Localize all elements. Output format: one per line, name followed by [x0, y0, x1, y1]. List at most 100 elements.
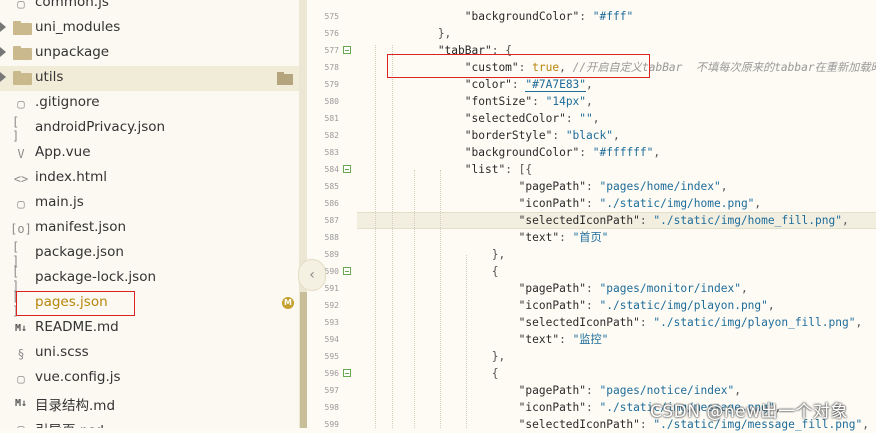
code-token: "14px" — [545, 95, 587, 108]
collapse-sidebar-button[interactable]: ‹ — [298, 259, 326, 291]
file-label: uni.scss — [35, 344, 89, 360]
code-line[interactable]: "selectedIconPath": "./static/img/playon… — [357, 314, 863, 331]
code-line[interactable]: "pagePath": "pages/home/index", — [357, 178, 728, 195]
expand-arrow-icon[interactable] — [0, 47, 6, 57]
code-token: "selectedIconPath" — [357, 214, 640, 227]
code-line[interactable]: "borderStyle": "black", — [357, 127, 620, 144]
code-line[interactable]: "selectedColor": "", — [357, 110, 600, 127]
json-icon: [ ] — [12, 239, 20, 268]
code-line[interactable]: "color": "#7A7E83", — [357, 76, 593, 93]
code-line[interactable]: "list": [{ — [357, 161, 532, 178]
markdown-icon: M↓ — [14, 323, 28, 334]
code-token: "selectedIconPath" — [357, 418, 640, 431]
sidebar-file-item[interactable]: [o] manifest.json — [0, 216, 299, 241]
code-token: "./static/img/playon_fill.png" — [653, 316, 856, 329]
code-line[interactable]: { — [357, 263, 499, 280]
manifest-icon: [o] — [10, 221, 32, 236]
code-token: "./static/img/home.png" — [599, 197, 755, 210]
code-token: "iconPath" — [357, 299, 587, 312]
line-number: 584 — [324, 165, 339, 174]
fold-toggle-icon[interactable] — [343, 46, 351, 54]
folder-open-icon[interactable] — [277, 72, 293, 85]
code-token: "#7A7E83" — [525, 78, 587, 92]
sidebar-folder-item[interactable]: uni_modules — [0, 16, 299, 41]
expand-arrow-icon[interactable] — [0, 22, 6, 32]
code-line[interactable]: "selectedIconPath": "./static/img/home_f… — [357, 212, 849, 229]
code-token: : — [532, 95, 546, 108]
code-line[interactable]: "text": "首页" — [357, 229, 609, 246]
code-line[interactable]: }, — [357, 348, 505, 365]
html-icon: <> — [13, 171, 29, 186]
code-line[interactable]: "pagePath": "pages/monitor/index", — [357, 280, 748, 297]
watermark: CSDN @new出一个对象 — [650, 402, 849, 422]
line-number: 583 — [324, 148, 339, 157]
file-icon: ▢ — [17, 0, 25, 11]
file-icon: ▢ — [17, 96, 25, 111]
markdown-icon: M↓ — [14, 398, 28, 409]
sidebar-file-item[interactable]: M↓ 目录结构.md — [0, 391, 299, 416]
file-label: README.md — [35, 319, 119, 335]
code-line[interactable]: }, — [357, 246, 505, 263]
sidebar-folder-item[interactable]: unpackage — [0, 41, 299, 66]
line-number: 580 — [324, 97, 339, 106]
code-token: }, — [357, 350, 506, 363]
code-line[interactable]: "backgroundColor": "#ffffff", — [357, 144, 660, 161]
code-line[interactable]: "iconPath": "./static/img/home.png", — [357, 195, 762, 212]
code-token: "#fff" — [592, 10, 634, 23]
fold-toggle-icon[interactable] — [343, 369, 351, 377]
code-line[interactable]: { — [357, 365, 499, 382]
file-label: uni_modules — [35, 19, 121, 35]
sidebar-file-item[interactable]: ▢ 引导页.psd — [0, 416, 299, 429]
code-line[interactable]: "text": "监控" — [357, 331, 609, 348]
fold-toggle-icon[interactable] — [343, 267, 351, 275]
file-label: main.js — [35, 194, 84, 210]
code-token: "borderStyle" — [357, 129, 553, 142]
sidebar-folder-item[interactable]: utils — [0, 66, 299, 91]
sidebar-file-item[interactable]: [ ] package.json — [0, 239, 299, 268]
json-icon: [ ] — [12, 114, 20, 143]
sidebar-file-item[interactable]: ▢ common.js — [0, 0, 299, 16]
code-line[interactable]: "fontSize": "14px", — [357, 93, 593, 110]
code-token: "text" — [357, 333, 560, 346]
file-label: androidPrivacy.json — [35, 119, 166, 135]
code-token: 不填每次原来的tabbar在重新加载时都回 — [695, 61, 876, 74]
sidebar-file-item[interactable]: ▢ .gitignore — [0, 91, 299, 116]
code-token: : — [565, 112, 580, 125]
code-token: , — [855, 316, 863, 329]
code-token: }, — [357, 27, 452, 40]
code-token: : — [586, 197, 600, 210]
file-label: App.vue — [35, 144, 91, 160]
code-token: : — [586, 282, 600, 295]
fold-toggle-icon[interactable] — [343, 165, 351, 173]
sidebar-file-item[interactable]: [ ] package-lock.json — [0, 265, 299, 293]
sidebar-file-item[interactable]: § uni.scss — [0, 341, 299, 366]
expand-arrow-icon[interactable] — [0, 72, 6, 82]
line-number: 576 — [324, 29, 339, 38]
sidebar-file-item[interactable]: V App.vue — [0, 141, 299, 166]
code-token: , — [754, 197, 762, 210]
line-number: 595 — [324, 352, 339, 361]
file-explorer-sidebar: ▢ common.js uni_modules unpackage utils ▢ .git… — [0, 0, 307, 428]
code-token: "首页" — [572, 231, 609, 244]
line-number: 592 — [324, 301, 339, 310]
code-token: , — [720, 180, 728, 193]
code-token: "text" — [357, 231, 560, 244]
sidebar-file-item[interactable]: ▢ main.js — [0, 191, 299, 216]
sidebar-file-item[interactable]: M↓ README.md — [0, 316, 299, 341]
sidebar-file-item[interactable]: [ ] androidPrivacy.json — [0, 114, 299, 143]
code-line[interactable]: "iconPath": "./static/img/playon.png", — [357, 297, 775, 314]
code-token: "./static/img/home_fill.png" — [653, 214, 842, 227]
sidebar-file-item[interactable]: ▢ vue.config.js — [0, 366, 299, 391]
code-token: "pages/notice/index" — [599, 384, 735, 397]
code-line[interactable]: "backgroundColor": "#fff" — [357, 8, 633, 25]
sidebar-file-item[interactable]: <> index.html — [0, 166, 299, 191]
code-token: : — [559, 333, 573, 346]
file-label: .gitignore — [35, 94, 100, 110]
code-token: , — [862, 418, 869, 431]
vue-icon: V — [17, 146, 25, 161]
code-token: "color" — [357, 78, 512, 91]
file-icon: ▢ — [17, 196, 25, 211]
code-token: : — [586, 401, 600, 414]
code-line[interactable]: }, — [357, 25, 451, 42]
sidebar-scrollbar-thumb[interactable] — [300, 292, 307, 428]
